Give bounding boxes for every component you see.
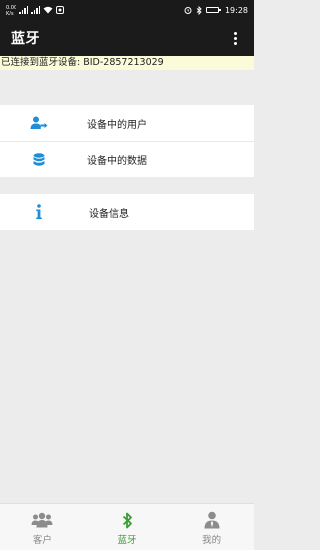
cell-signal-icon <box>19 6 28 14</box>
status-time: 19:28 <box>224 5 248 15</box>
device-info-group: 设备信息 <box>0 194 254 230</box>
bluetooth-status-icon <box>196 5 202 15</box>
profile-icon <box>204 510 220 530</box>
customers-icon <box>31 510 53 530</box>
tab-label: 客户 <box>32 535 52 546</box>
user-transfer-icon <box>30 105 48 141</box>
notification-app-icon <box>56 6 64 14</box>
status-right: 19:28 <box>184 5 248 15</box>
connection-status-banner: 已连接到蓝牙设备: BID-2857213029 <box>0 56 254 70</box>
tab-profile[interactable]: 我的 <box>169 504 254 550</box>
tab-customers[interactable]: 客户 <box>0 504 85 550</box>
bottom-tab-bar: 客户 蓝牙 我的 <box>0 503 254 550</box>
status-left: 0.00 K/s <box>6 5 64 15</box>
device-menu-group: 设备中的用户 设备中的数据 <box>0 105 254 177</box>
tab-label: 蓝牙 <box>117 535 137 546</box>
cell-signal-2-icon <box>31 6 40 14</box>
tab-label: 我的 <box>202 535 222 546</box>
wifi-icon <box>43 6 53 14</box>
alarm-icon <box>184 7 192 14</box>
more-options-icon[interactable] <box>226 29 244 47</box>
menu-item-device-info[interactable]: 设备信息 <box>0 194 254 230</box>
battery-icon <box>205 7 221 13</box>
status-bar: 0.00 K/s 19:28 <box>0 0 254 20</box>
bluetooth-icon <box>122 510 133 530</box>
tab-bluetooth[interactable]: 蓝牙 <box>85 504 170 550</box>
menu-item-label: 设备中的数据 <box>87 156 147 167</box>
info-icon <box>30 194 48 230</box>
menu-item-device-data[interactable]: 设备中的数据 <box>0 141 254 177</box>
database-icon <box>30 142 48 178</box>
menu-item-label: 设备中的用户 <box>87 119 147 131</box>
menu-item-label: 设备信息 <box>89 208 129 220</box>
network-speed: 0.00 K/s <box>6 5 16 15</box>
app-bar: 蓝牙 <box>0 20 254 56</box>
menu-item-device-users[interactable]: 设备中的用户 <box>0 105 254 141</box>
page-title: 蓝牙 <box>11 31 40 47</box>
